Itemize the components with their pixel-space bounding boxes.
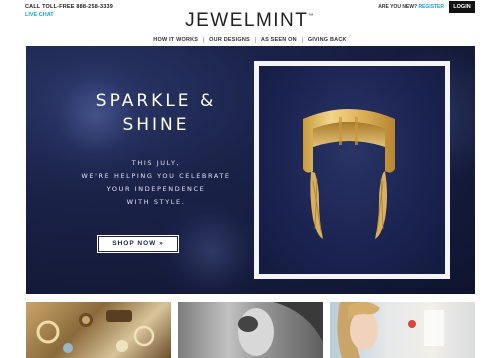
product-frame [254, 61, 450, 279]
nav-item-our-designs[interactable]: OUR DESIGNS [204, 37, 255, 43]
shop-now-button[interactable]: SHOP NOW » [97, 235, 179, 253]
logo-text: JEWELMINT [185, 10, 309, 31]
model-portrait-thumbnail[interactable] [330, 302, 475, 358]
headline-line: SHINE [122, 115, 190, 135]
are-you-new-text: ARE YOU NEW? [378, 4, 418, 10]
hero-headline: SPARKLE & SHINE [56, 89, 256, 137]
portrait-bw-thumbnail[interactable] [178, 302, 323, 358]
jewelry-image [36, 310, 155, 353]
gold-cuff-bracelet-image [303, 109, 395, 239]
nav-item-as-seen-on[interactable]: AS SEEN ON [256, 37, 302, 43]
hero-subtext: THIS JULY, WE'RE HELPING YOU CELEBRATE Y… [56, 157, 256, 209]
subtext-line: YOUR INDEPENDENCE [106, 185, 206, 193]
jewelmint-logo[interactable]: JEWELMINT™ [0, 10, 500, 32]
trademark-symbol: ™ [308, 13, 315, 19]
login-button[interactable]: LOGIN [449, 1, 475, 13]
nav-item-how-it-works[interactable]: HOW IT WORKS [148, 37, 203, 43]
hero-banner[interactable]: SPARKLE & SHINE THIS JULY, WE'RE HELPING… [26, 46, 475, 294]
jewelry-collection-thumbnail[interactable] [26, 302, 171, 358]
subtext-line: THIS JULY, [131, 159, 181, 167]
portrait-image [238, 302, 323, 356]
thumbnail-row [26, 302, 475, 358]
account-prompt: ARE YOU NEW? REGISTER [378, 4, 444, 10]
headline-line: SPARKLE & [95, 91, 217, 111]
model-image [337, 302, 444, 358]
main-nav: HOW IT WORKS OUR DESIGNS AS SEEN ON GIVING … [0, 37, 500, 43]
subtext-line: WITH STYLE. [126, 198, 186, 206]
register-link[interactable]: REGISTER [418, 4, 444, 10]
nav-item-giving-back[interactable]: GIVING BACK [303, 37, 352, 43]
subtext-line: WE'RE HELPING YOU CELEBRATE [81, 172, 231, 180]
